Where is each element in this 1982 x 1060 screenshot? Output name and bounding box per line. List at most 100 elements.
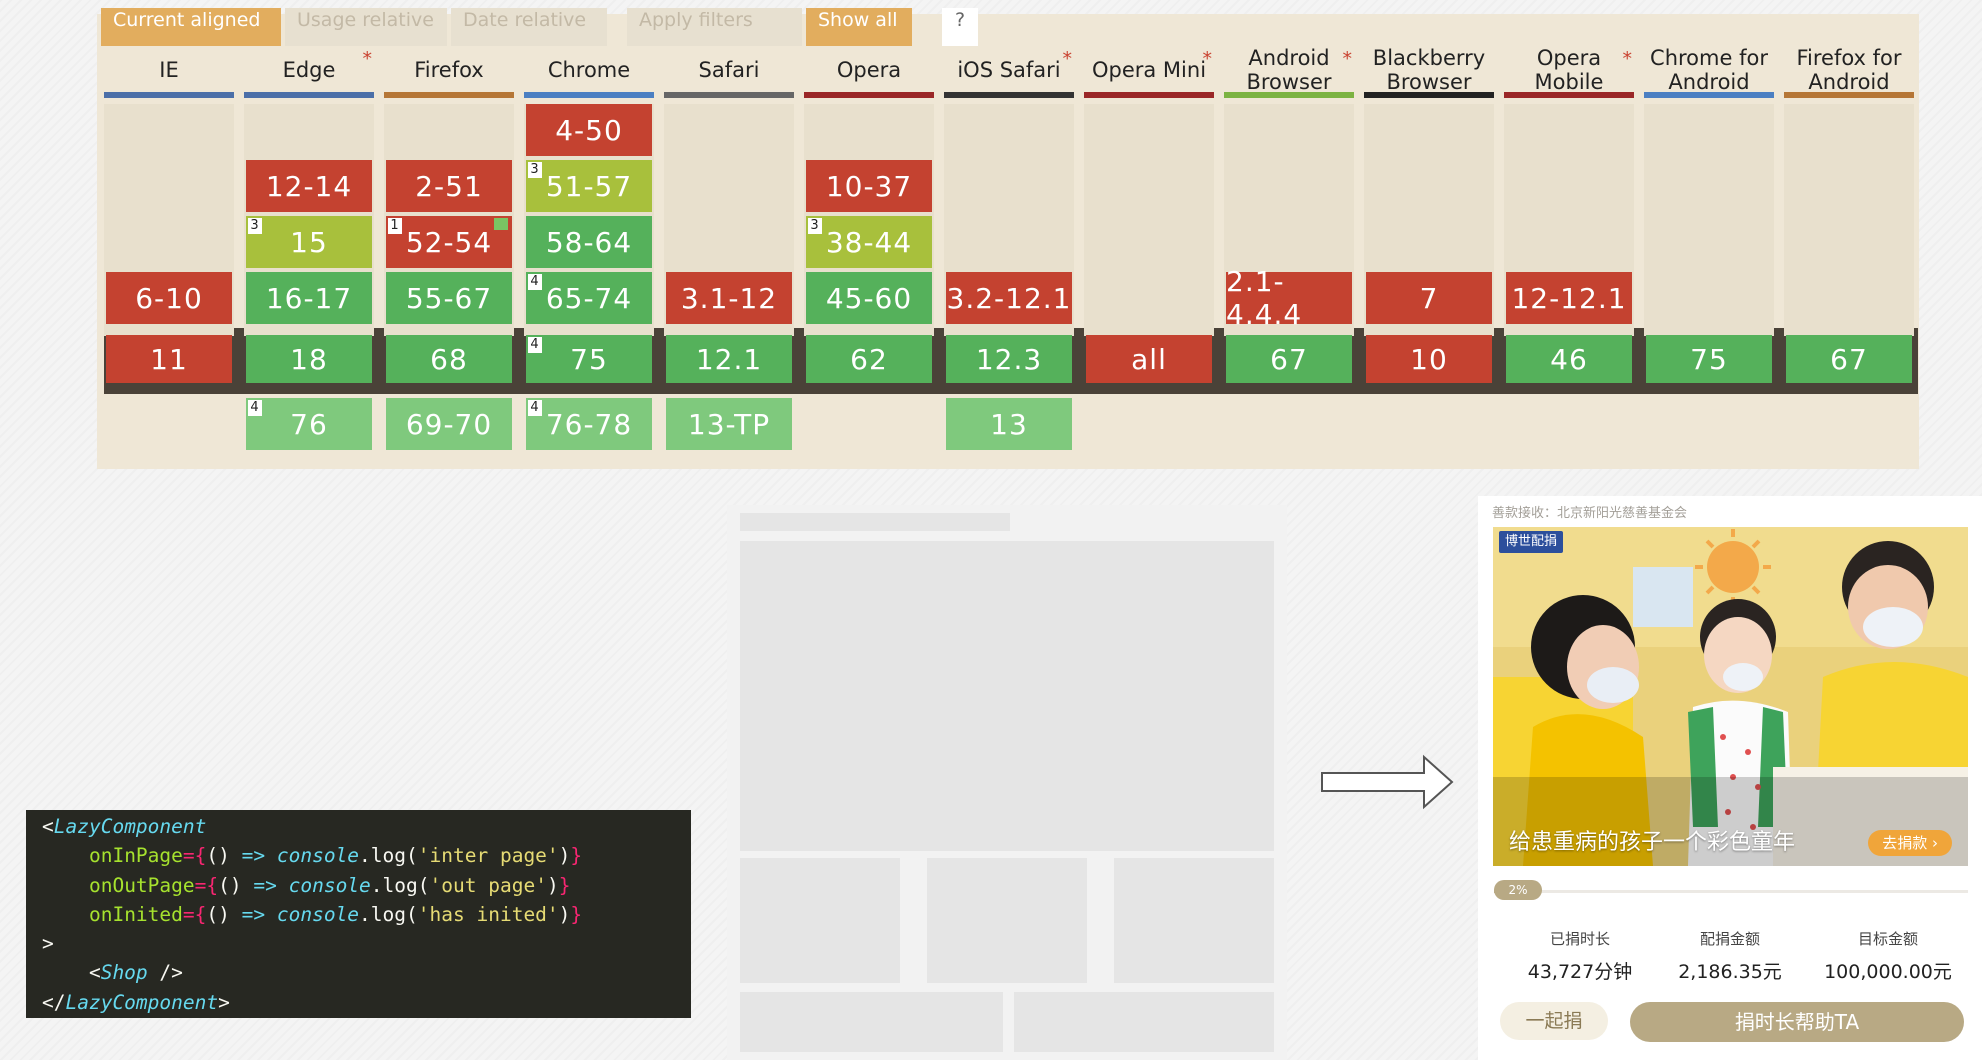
version-label: 38-44 [825, 225, 913, 259]
oninited-attr: onInited [88, 902, 183, 926]
skeleton-title-bar [740, 513, 1010, 531]
version-cell-prev2[interactable]: 12-14 [246, 160, 372, 212]
version-cell-current[interactable]: 12.3 [946, 335, 1072, 383]
matching-badge: 博世配捐 [1499, 531, 1564, 553]
code-line-close: </LazyComponent> [42, 990, 230, 1014]
skeleton-tile [1114, 858, 1274, 983]
version-cell-current[interactable]: 68 [386, 335, 512, 383]
arrow-right-icon [1321, 754, 1454, 810]
version-cell-future[interactable]: 76-78 4 [526, 398, 652, 450]
version-cell-prev1[interactable]: 58-64 [526, 216, 652, 268]
version-cell-prev1[interactable]: 15 3 [246, 216, 372, 268]
version-label: 7 [1419, 281, 1439, 315]
footnote-marker[interactable]: 3 [808, 218, 822, 234]
footnote-marker[interactable]: 4 [528, 400, 542, 416]
version-cell-prev0[interactable]: 7 [1366, 272, 1492, 324]
version-label: 75 [1690, 342, 1728, 376]
project-photo[interactable]: 博世配捐 给患重病的孩子一个彩色童年 去捐款 › [1493, 527, 1968, 866]
stat-matching-amount: 配捐金额 2,186.35元 [1650, 928, 1810, 984]
progress-badge: 2% [1494, 880, 1542, 900]
version-cell-current[interactable]: all [1086, 335, 1212, 383]
version-cell-prev0[interactable]: 2.1-4.4.4 [1226, 265, 1352, 331]
version-cell-prev2[interactable]: 51-57 3 [526, 160, 652, 212]
recipient-label: 善款接收：北京新阳光慈善基金会 [1492, 506, 1688, 521]
progress-track [1494, 890, 1968, 893]
version-cell-current[interactable]: 18 [246, 335, 372, 383]
version-cell-current[interactable]: 10 [1366, 335, 1492, 383]
version-cell-current[interactable]: 62 [806, 335, 932, 383]
browser-name: Edge [282, 58, 336, 82]
donate-together-button[interactable]: 一起捐 [1500, 1002, 1608, 1040]
footnote-marker[interactable]: 4 [248, 400, 262, 416]
version-cell-prev1[interactable]: 52-54 1 [386, 216, 512, 268]
version-label: 3.1-12 [680, 281, 778, 315]
donation-card: 善款接收：北京新阳光慈善基金会 博世配捐 给患重病的孩子一个彩色童年 去捐款 ›… [1478, 496, 1982, 1060]
browser-color-line [1504, 92, 1634, 98]
browser-star-note: * [1202, 48, 1213, 70]
column-background [1084, 104, 1214, 336]
version-label: 55-67 [405, 281, 493, 315]
browser-color-line [664, 92, 794, 98]
version-cell-current[interactable]: 75 [1646, 335, 1772, 383]
footnote-marker[interactable]: 4 [528, 274, 542, 290]
version-cell-prev0[interactable]: 6-10 [106, 272, 232, 324]
code-line-open: <LazyComponent [42, 815, 207, 838]
version-label: 18 [290, 342, 328, 376]
version-label: 62 [850, 342, 888, 376]
version-cell-prev1[interactable]: 38-44 3 [806, 216, 932, 268]
version-cell-future[interactable]: 69-70 [386, 398, 512, 450]
version-label: 75 [570, 342, 608, 376]
browser-star-note: * [1062, 48, 1073, 70]
log-token: log [370, 902, 407, 926]
donate-time-button[interactable]: 捐时长帮助TA [1630, 1002, 1964, 1042]
footnote-marker[interactable]: 4 [528, 337, 542, 353]
skeleton-tile [740, 858, 900, 983]
version-cell-current[interactable]: 46 [1506, 335, 1632, 383]
version-cell-prev0[interactable]: 55-67 [386, 272, 512, 324]
log-token: log [370, 844, 407, 868]
footnote-marker[interactable]: 3 [528, 162, 542, 178]
browser-color-line [1224, 92, 1354, 98]
go-donate-button[interactable]: 去捐款 › [1868, 830, 1952, 856]
version-cell-future[interactable]: 13 [946, 398, 1072, 450]
version-cell-prev0[interactable]: 45-60 [806, 272, 932, 324]
version-label: 76 [290, 407, 328, 441]
version-cell-prev0[interactable]: 3.2-12.1 [946, 272, 1072, 324]
version-label: 10-37 [825, 169, 913, 203]
version-label: 68 [430, 342, 468, 376]
browser-color-line [104, 92, 234, 98]
version-label: 16-17 [265, 281, 353, 315]
footnote-marker[interactable]: 3 [248, 218, 262, 234]
version-cell-prev2[interactable]: 2-51 [386, 160, 512, 212]
version-label: 69-70 [405, 407, 493, 441]
browser-color-line [244, 92, 374, 98]
version-cell-current[interactable]: 67 [1226, 335, 1352, 383]
browser-star-note: * [1342, 48, 1353, 70]
browser-color-line [524, 92, 654, 98]
code-line-oninited: onInited={() => console.log('has inited'… [88, 902, 583, 926]
version-cell-prev2[interactable]: 10-37 [806, 160, 932, 212]
version-cell-future[interactable]: 76 4 [246, 398, 372, 450]
stat-donated-time: 已捐时长 43,727分钟 [1500, 928, 1660, 984]
version-cell-future[interactable]: 13-TP [666, 398, 792, 450]
version-cell-current[interactable]: 11 [106, 335, 232, 383]
version-cell-prev0[interactable]: 12-12.1 [1506, 272, 1632, 324]
version-cell-prev0[interactable]: 16-17 [246, 272, 372, 324]
code-line-child: <Shop /> [42, 961, 183, 985]
version-label: 45-60 [825, 281, 913, 315]
version-cell-current[interactable]: 67 [1786, 335, 1912, 383]
version-cell-current[interactable]: 12.1 [666, 335, 792, 383]
stat-value: 2,186.35元 [1678, 961, 1782, 983]
footnote-marker[interactable]: 1 [388, 218, 402, 234]
code-line-oninpage: onInPage={() => console.log('inter page'… [88, 844, 583, 868]
skeleton-tile [927, 858, 1087, 983]
browser-name: Safari [698, 58, 760, 82]
browser-color-line [1364, 92, 1494, 98]
version-cell-prev3[interactable]: 4-50 [526, 104, 652, 156]
version-cell-prev0[interactable]: 3.1-12 [666, 272, 792, 324]
skeleton-placeholder [727, 505, 1287, 1060]
oninited-string: 'has inited' [417, 902, 559, 926]
version-cell-prev0[interactable]: 65-74 4 [526, 272, 652, 324]
version-cell-current[interactable]: 75 4 [526, 335, 652, 383]
version-label: 6-10 [135, 281, 203, 315]
